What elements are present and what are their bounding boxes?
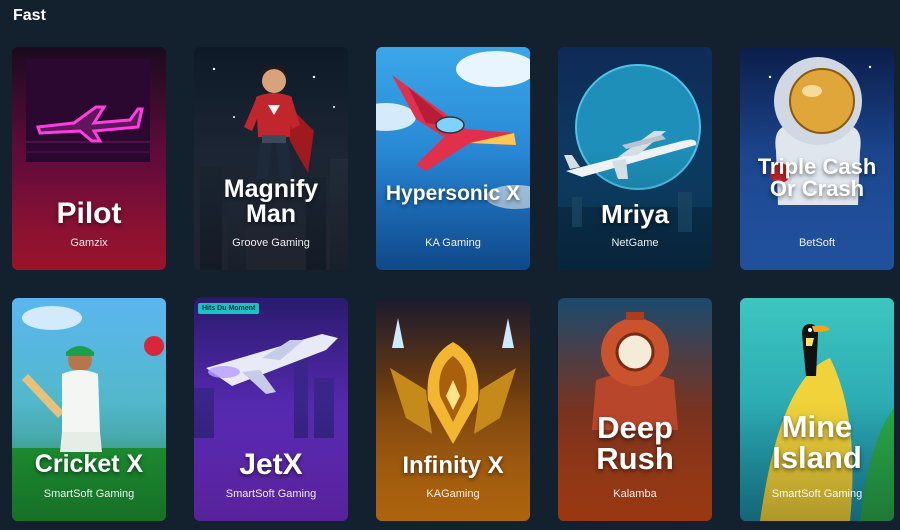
game-card-pilot[interactable]: Pilot Gamzix	[12, 47, 166, 270]
game-title: Cricket X	[34, 450, 144, 478]
jet-icon	[206, 334, 338, 394]
game-provider: KAGaming	[426, 488, 480, 500]
game-provider: KA Gaming	[425, 237, 481, 249]
game-card-infinity-x[interactable]: Infinity X KAGaming	[376, 298, 530, 521]
game-title: Pilot	[56, 197, 122, 230]
toucan-icon	[802, 324, 830, 376]
superhero-icon	[244, 66, 314, 179]
fighter-jet-icon	[392, 75, 516, 171]
game-title: Mriya	[601, 199, 669, 229]
cargo-plane-icon	[564, 131, 697, 179]
game-title: Infinity X	[402, 452, 504, 479]
game-title: Magnify Man	[223, 175, 319, 228]
neon-airplane-icon	[35, 105, 144, 143]
cricket-player-icon	[22, 336, 164, 452]
game-grid: Pilot Gamzix Magnify Man Groove Gaming H…	[12, 47, 894, 521]
game-card-mine-island[interactable]: Mine Island SmartSoft Gaming	[740, 298, 894, 521]
game-title: Deep Rush	[596, 410, 674, 476]
game-card-triple-cash-or-crash[interactable]: Triple Cash Or Crash BetSoft	[740, 47, 894, 270]
game-card-hypersonic-x[interactable]: Hypersonic X KA Gaming	[376, 47, 530, 270]
game-provider: Gamzix	[70, 237, 108, 249]
game-card-cricket-x[interactable]: Cricket X SmartSoft Gaming	[12, 298, 166, 521]
game-title: JetX	[239, 448, 303, 481]
game-provider: SmartSoft Gaming	[771, 488, 863, 500]
game-provider: BetSoft	[798, 237, 836, 249]
game-card-jetx[interactable]: Hits Du Moment JetX SmartSoft Gaming	[194, 298, 348, 521]
game-card-deep-rush[interactable]: Deep Rush Kalamba	[558, 298, 712, 521]
game-provider: Kalamba	[613, 488, 657, 500]
game-provider: SmartSoft Gaming	[43, 488, 135, 500]
game-card-mriya[interactable]: Mriya NetGame	[558, 47, 712, 270]
game-title: Mine Island	[772, 409, 862, 475]
game-card-magnify-man[interactable]: Magnify Man Groove Gaming	[194, 47, 348, 270]
game-provider: Groove Gaming	[232, 237, 310, 249]
golden-ship-icon	[390, 342, 516, 444]
hits-badge: Hits Du Moment	[198, 303, 260, 314]
section-title: Fast	[13, 7, 46, 24]
game-title: Triple Cash Or Crash	[757, 154, 877, 201]
game-provider: SmartSoft Gaming	[225, 488, 317, 500]
game-provider: NetGame	[611, 237, 659, 249]
game-title: Hypersonic X	[385, 182, 521, 205]
